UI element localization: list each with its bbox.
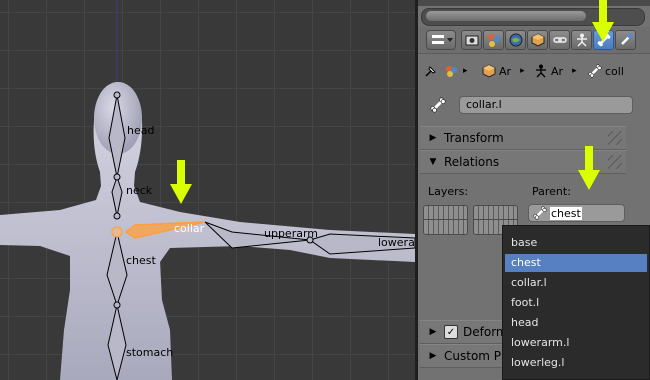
bone-crumb-label: coll [605,64,624,78]
dropdown-item-base[interactable]: base [505,234,647,252]
armature-icon [576,33,587,47]
bone-label-stomach: stomach [126,346,174,359]
armature-icon [536,64,546,78]
scrollbar-thumb[interactable] [426,11,586,21]
dropdown-item-foot-l[interactable]: foot.l [505,294,647,312]
tab-bone-constraint[interactable] [615,30,636,50]
world-icon [509,33,522,47]
dropdown-item-lowerleg-l[interactable]: lowerleg.l [505,354,647,372]
object-icon [482,64,496,78]
dropdown-item-head[interactable]: head [505,314,647,332]
editor-type-dropdown[interactable] [426,30,456,50]
collapsed-triangle-icon: ▶ [429,351,437,361]
bone-constraint-icon [620,33,632,45]
bone-label-head: head [127,124,155,137]
parent-bone-dropdown: base chest collar.l foot.l head lowerarm… [502,225,650,380]
object-icon [531,33,544,47]
armature-crumb-label: Ar [551,64,564,78]
dropdown-item-chest[interactable]: chest [505,254,647,272]
scene-icon [446,66,457,77]
bone-icon [588,64,602,78]
bone-name-field[interactable]: collar.l [459,96,633,114]
bone-crumb[interactable]: coll [588,64,624,78]
properties-tabbar [418,27,650,54]
annotation-arrow-icon [578,146,600,190]
armature-crumb[interactable]: Ar ▸ [534,64,577,78]
body-mesh [0,82,415,380]
tab-armature[interactable] [571,30,592,50]
bone-label-collar: collar [174,222,205,235]
collapsed-triangle-icon: ▶ [429,133,437,143]
breadcrumb: ▸ Ar ▸ Ar ▸ coll [418,58,650,84]
parent-field-value: chest [550,206,582,220]
header-strip [418,0,650,6]
drag-grip-icon[interactable] [608,131,622,145]
deform-checkbox[interactable]: ✓ [444,325,458,339]
relations-label: Relations [444,155,500,169]
pin-icon[interactable] [424,64,438,78]
annotation-arrow-icon [170,160,192,204]
bone-label-chest: chest [126,254,156,267]
tab-object[interactable] [527,30,548,50]
bone-icon [430,97,446,113]
bone-label-upperarm: upperarm [264,227,319,240]
bone-layers-grid-left[interactable] [423,205,468,235]
dropdown-item-lowerarm-l[interactable]: lowerarm.l [505,334,647,352]
annotation-arrow-icon [592,0,614,42]
dropdown-item-collar-l[interactable]: collar.l [505,274,647,292]
transform-label: Transform [444,131,504,145]
bone-label-neck: neck [126,184,153,197]
object-crumb-label: Ar [499,64,512,78]
scene-icon [487,34,500,47]
layers-label: Layers: [428,185,469,198]
parent-field[interactable]: chest [528,204,625,222]
expanded-triangle-icon: ▼ [429,157,437,167]
tab-constraint[interactable] [549,30,570,50]
constraint-icon [552,37,567,43]
bone-icon [533,206,547,220]
armature-figure [0,0,415,380]
3d-viewport[interactable]: head neck collar upperarm lowerarm chest… [0,0,415,380]
collapsed-triangle-icon: ▶ [429,327,437,337]
tab-render[interactable] [461,30,482,50]
parent-label: Parent: [532,185,571,198]
tab-world[interactable] [505,30,526,50]
scene-crumb: ▸ [444,64,468,78]
drag-grip-icon[interactable] [608,155,622,169]
bone-label-lowerarm: lowerarm [378,236,415,249]
render-icon [465,35,478,46]
editor-type-icon [432,35,453,44]
object-crumb[interactable]: Ar ▸ [482,64,525,78]
deform-label: Deform [463,325,508,339]
tab-scene[interactable] [483,30,504,50]
